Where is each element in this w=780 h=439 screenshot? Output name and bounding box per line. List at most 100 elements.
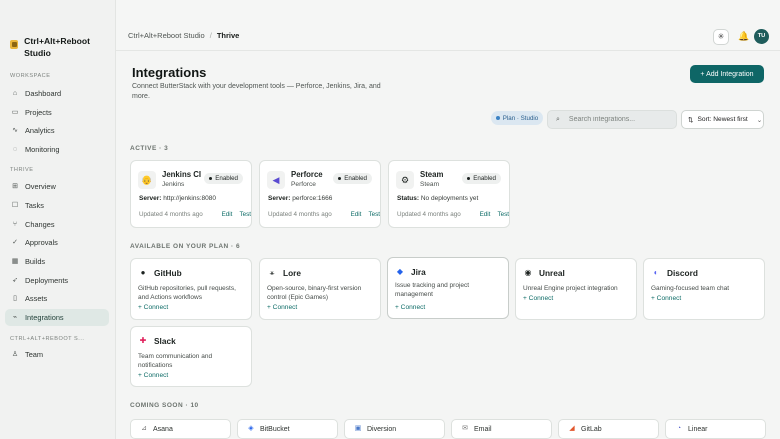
connect-button[interactable]: + Connect bbox=[523, 295, 553, 302]
status-badge: Enabled bbox=[332, 173, 372, 184]
edit-link[interactable]: Edit bbox=[222, 211, 233, 218]
integration-card-unreal[interactable]: ◉ Unreal Unreal Engine project integratio… bbox=[515, 258, 637, 320]
sidebar-item-integrations[interactable]: ⌁ Integrations bbox=[5, 309, 109, 326]
status-label: Enabled bbox=[473, 175, 496, 182]
card-footer: Updated 4 months ago Edit Test bbox=[397, 211, 509, 218]
sort-dropdown[interactable]: ⇅ Sort: Newest first ⌄ bbox=[681, 110, 764, 129]
sidebar-item-analytics[interactable]: ∿ Analytics bbox=[5, 122, 109, 139]
changes-icon: ⑂ bbox=[12, 220, 18, 228]
card-name: GitHub bbox=[154, 268, 182, 278]
rocket-icon: ➶ bbox=[12, 276, 18, 284]
team-icon: ♙ bbox=[11, 350, 19, 358]
sidebar-item-changes[interactable]: ⑂ Changes bbox=[5, 216, 109, 233]
slack-icon: ✚ bbox=[139, 336, 147, 345]
sidebar-item-overview[interactable]: ⊞ Overview bbox=[5, 178, 109, 195]
coming-soon-section-label: COMING SOON · 10 bbox=[130, 402, 199, 409]
card-header: ◀ Perforce Perforce bbox=[267, 170, 323, 190]
coming-soon-card-gitlab: ◢ GitLab bbox=[558, 419, 659, 439]
coming-soon-name: BitBucket bbox=[260, 425, 290, 433]
connect-button[interactable]: + Connect bbox=[651, 295, 681, 302]
card-header: ⚙ Steam Steam bbox=[396, 170, 443, 190]
sidebar-item-label: Team bbox=[25, 350, 44, 359]
integration-card-jira[interactable]: ◆ Jira Issue tracking and project managem… bbox=[387, 257, 509, 319]
sidebar-item-projects[interactable]: ▭ Projects bbox=[5, 104, 109, 121]
breadcrumb-separator: / bbox=[209, 31, 212, 40]
connect-button[interactable]: + Connect bbox=[267, 304, 297, 311]
coming-soon-card-email: ✉ Email bbox=[451, 419, 552, 439]
connect-button[interactable]: + Connect bbox=[138, 372, 168, 379]
card-subtitle: Steam bbox=[420, 181, 440, 188]
integration-card-steam[interactable]: ⚙ Steam Steam Enabled Status: No deploymen… bbox=[388, 160, 510, 228]
edit-link[interactable]: Edit bbox=[480, 211, 491, 218]
breadcrumb-org[interactable]: Ctrl+Alt+Reboot Studio bbox=[128, 31, 205, 40]
integration-card-jenkins[interactable]: 👴 Jenkins CI Jenkins Enabled Server: http:… bbox=[130, 160, 252, 228]
notifications-bell-icon[interactable]: 🔔 bbox=[738, 31, 749, 42]
card-name: Perforce bbox=[291, 170, 323, 179]
sidebar-item-monitoring[interactable]: ◌ Monitoring bbox=[5, 141, 109, 158]
sidebar-item-label: Overview bbox=[25, 182, 56, 191]
card-description: Gaming-focused team chat bbox=[651, 285, 730, 292]
coming-soon-card-asana: ⊿ Asana bbox=[130, 419, 231, 439]
check-icon: ✓ bbox=[12, 238, 18, 246]
card-name: Jenkins CI bbox=[162, 170, 201, 179]
discord-icon: ◐ bbox=[653, 268, 659, 277]
test-link[interactable]: Test bbox=[368, 211, 380, 218]
sidebar-item-assets[interactable]: ▯ Assets bbox=[5, 290, 109, 307]
avatar[interactable]: TU bbox=[754, 29, 769, 44]
add-integration-button[interactable]: + Add Integration bbox=[690, 65, 764, 83]
sidebar-item-deployments[interactable]: ➶ Deployments bbox=[5, 272, 109, 289]
plan-dot-icon bbox=[495, 116, 500, 120]
integration-card-discord[interactable]: ◐ Discord Gaming-focused team chat + Conn… bbox=[643, 258, 765, 320]
card-subtitle: Jenkins bbox=[162, 181, 185, 188]
sidebar-item-dashboard[interactable]: ⌂ Dashboard bbox=[5, 85, 109, 102]
gitlab-icon: ◢ bbox=[569, 425, 575, 432]
integration-card-perforce[interactable]: ◀ Perforce Perforce Enabled Server: perfor… bbox=[259, 160, 381, 228]
detail-value: perforce:1666 bbox=[292, 195, 333, 202]
integration-card-slack[interactable]: ✚ Slack Team communication and notificati… bbox=[130, 326, 252, 387]
connect-button[interactable]: + Connect bbox=[138, 304, 168, 311]
lore-icon: ⚹ bbox=[269, 268, 275, 277]
card-footer: Updated 4 months ago Edit Test bbox=[139, 211, 251, 218]
status-dot-icon bbox=[466, 176, 471, 181]
card-footer: Updated 4 months ago Edit Test bbox=[268, 211, 380, 218]
card-detail: Status: No deployments yet bbox=[397, 195, 478, 202]
card-name: Steam bbox=[420, 170, 444, 179]
sidebar-item-label: Assets bbox=[25, 294, 48, 303]
edit-link[interactable]: Edit bbox=[351, 211, 362, 218]
card-header: ⚹ Lore bbox=[267, 268, 301, 278]
sidebar-item-team[interactable]: ♙ Team bbox=[5, 346, 109, 363]
sidebar-item-label: Approvals bbox=[25, 238, 58, 247]
coming-soon-name: GitLab bbox=[581, 425, 602, 433]
integration-card-lore[interactable]: ⚹ Lore Open-source, binary-first version … bbox=[259, 258, 381, 320]
search-icon: ⌕ bbox=[556, 115, 560, 123]
status-badge: Enabled bbox=[461, 173, 501, 184]
file-icon: ▯ bbox=[13, 294, 17, 302]
steam-icon: ⚙ bbox=[396, 171, 414, 189]
sidebar-item-label: Builds bbox=[25, 257, 46, 266]
coming-soon-card-diversion: ▣ Diversion bbox=[344, 419, 445, 439]
sidebar-item-label: Analytics bbox=[25, 126, 55, 135]
detail-key: Status: bbox=[397, 195, 420, 202]
test-link[interactable]: Test bbox=[497, 211, 509, 218]
jira-icon: ◆ bbox=[396, 267, 404, 276]
connect-button[interactable]: + Connect bbox=[395, 304, 425, 311]
test-link[interactable]: Test bbox=[239, 211, 251, 218]
sidebar-item-approvals[interactable]: ✓ Approvals bbox=[5, 234, 109, 251]
sidebar-item-builds[interactable]: ▦ Builds bbox=[5, 253, 109, 270]
card-header: 👴 Jenkins CI Jenkins bbox=[138, 170, 201, 190]
updated-text: Updated 4 months ago bbox=[397, 211, 461, 218]
breadcrumb: Ctrl+Alt+Reboot Studio / Thrive bbox=[128, 31, 239, 40]
sidebar-item-tasks[interactable]: ☐ Tasks bbox=[5, 197, 109, 214]
bitbucket-icon: ◈ bbox=[248, 425, 254, 432]
search-input[interactable] bbox=[568, 112, 659, 127]
search-box[interactable]: ⌕ bbox=[547, 110, 677, 129]
builds-icon: ▦ bbox=[11, 257, 19, 265]
diversion-icon: ▣ bbox=[354, 425, 362, 432]
brand[interactable]: Ctrl+Alt+Reboot Studio bbox=[10, 35, 110, 59]
available-section-label: AVAILABLE ON YOUR PLAN · 6 bbox=[130, 243, 241, 250]
sidebar-item-label: Dashboard bbox=[25, 89, 62, 98]
theme-toggle-button[interactable]: ✳ bbox=[713, 29, 729, 45]
sun-icon: ✳ bbox=[717, 32, 725, 41]
integration-card-github[interactable]: ● GitHub GitHub repositories, pull reques… bbox=[130, 258, 252, 320]
sidebar-item-label: Projects bbox=[25, 108, 52, 117]
